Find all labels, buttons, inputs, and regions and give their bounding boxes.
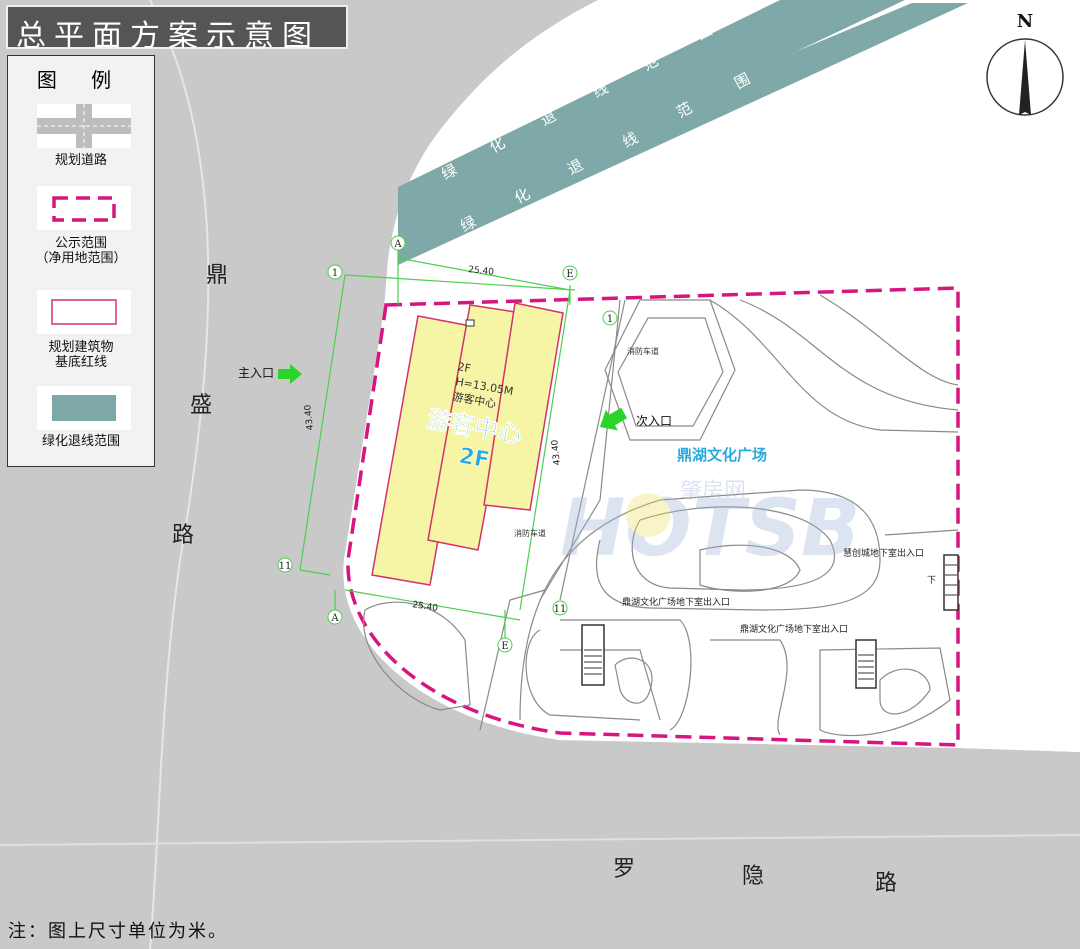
green-lower-char-5: 范 bbox=[673, 99, 695, 122]
axis-markers: A E 1 1 11 11 A E bbox=[277, 235, 618, 653]
secondary-entrance-label: 次入口 bbox=[636, 414, 672, 428]
plaza-label: 鼎湖文化广场 bbox=[677, 446, 767, 464]
green-lower-char-4: 线 bbox=[619, 129, 641, 152]
axis-e-bottom: E bbox=[501, 641, 508, 652]
watermark-text: 肇房网 bbox=[680, 478, 746, 503]
fire-lane-mid-label: 消防车道 bbox=[514, 528, 546, 538]
dim-bottom-width: 25.40 bbox=[412, 600, 439, 614]
down-mark-label: 下 bbox=[927, 576, 936, 586]
axis-a-bottom: A bbox=[330, 613, 339, 624]
axis-11-left: 11 bbox=[279, 561, 292, 572]
green-upper-char-2: 化 bbox=[486, 134, 508, 157]
building-floors: 2F bbox=[457, 444, 491, 474]
axis-11-right: 11 bbox=[554, 604, 567, 615]
green-upper-char-4: 线 bbox=[589, 79, 611, 102]
main-entrance-label: 主入口 bbox=[238, 366, 274, 380]
building-name: 游客中心 bbox=[425, 405, 524, 449]
axis-a-top: A bbox=[393, 239, 402, 250]
underground-entrance-1-label: 鼎湖文化广场地下室出入口 bbox=[622, 596, 730, 608]
road-bottom-char-3: 路 bbox=[875, 871, 897, 896]
road-left-char-2: 盛 bbox=[190, 393, 212, 418]
axis-e-top: E bbox=[566, 269, 573, 280]
green-upper-char-1: 绿 bbox=[438, 161, 460, 184]
building-info-line1: 2F bbox=[456, 360, 471, 375]
dim-top-width: 25.40 bbox=[468, 265, 495, 278]
footnote: 注：图上尺寸单位为米。 bbox=[8, 921, 228, 942]
underground-entrance-2-label: 鼎湖文化广场地下室出入口 bbox=[740, 623, 848, 635]
dim-left-depth: 43.40 bbox=[303, 404, 316, 431]
road-left-char-3: 路 bbox=[172, 523, 194, 548]
north-label: N bbox=[1017, 11, 1033, 32]
road-bottom-char-1: 罗 bbox=[613, 857, 635, 882]
axis-1-right: 1 bbox=[607, 314, 613, 325]
road-bottom-char-2: 隐 bbox=[742, 864, 764, 889]
green-lower-char-3: 退 bbox=[564, 156, 586, 179]
site-plan-map: 总平面方案示意图 图 例 规划道路 公示范围 （净用地范围） 规划建筑物 基底红… bbox=[0, 0, 1080, 949]
watermark-logo: HOTSB 肇房网 bbox=[560, 478, 860, 574]
fire-lane-top-label: 消防车道 bbox=[627, 346, 659, 356]
green-lower-char-6: 围 bbox=[731, 70, 753, 93]
road-left-char-1: 鼎 bbox=[206, 263, 228, 288]
green-lower-char-2: 化 bbox=[511, 185, 533, 208]
green-upper-char-5: 范 bbox=[639, 52, 661, 75]
green-upper-char-6: 围 bbox=[693, 21, 715, 44]
map-text-layer: N 鼎 盛 路 罗 隐 路 绿 化 退 线 范 围 绿 化 退 线 范 围 2F… bbox=[172, 11, 1033, 896]
dim-right-depth: 43.40 bbox=[550, 439, 563, 466]
axis-1-left: 1 bbox=[332, 268, 338, 279]
green-lower-char-1: 绿 bbox=[457, 213, 479, 236]
green-upper-char-3: 退 bbox=[537, 107, 559, 130]
